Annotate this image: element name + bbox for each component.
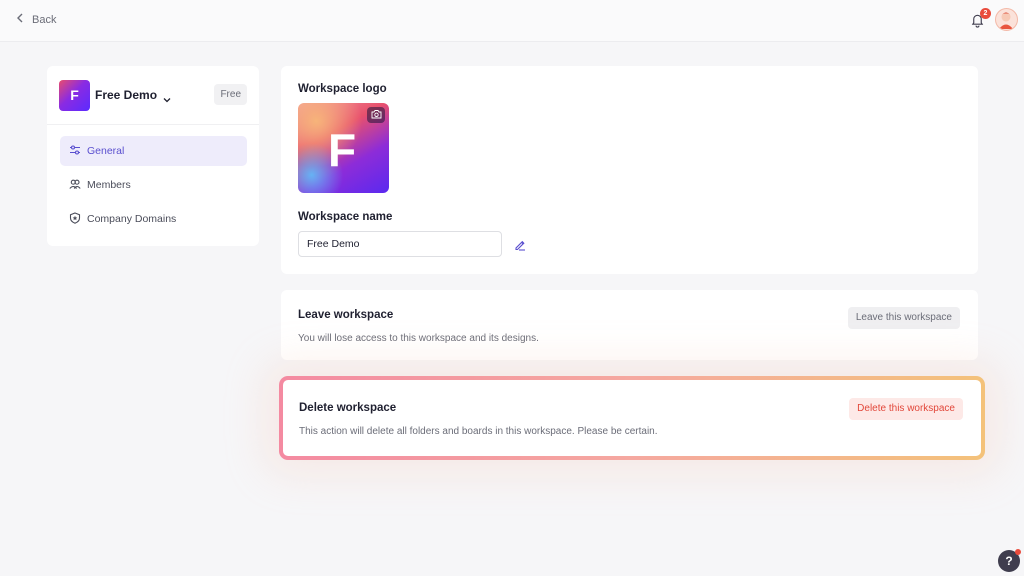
user-avatar[interactable] bbox=[995, 8, 1018, 31]
settings-sidebar: F Free Demo Free General Members Company… bbox=[47, 66, 259, 246]
workspace-name-input[interactable] bbox=[298, 231, 502, 257]
users-icon bbox=[69, 178, 81, 193]
sidebar-item-label: Members bbox=[87, 179, 131, 191]
leave-workspace-description: You will lose access to this workspace a… bbox=[298, 333, 539, 344]
plan-badge: Free bbox=[214, 84, 247, 105]
sidebar-divider bbox=[47, 124, 259, 125]
workspace-name-title: Workspace name bbox=[298, 211, 393, 223]
chevron-down-icon bbox=[163, 91, 171, 103]
sliders-icon bbox=[69, 144, 81, 159]
help-notification-dot bbox=[1015, 549, 1021, 555]
general-settings-card: Workspace logo F Workspace name bbox=[281, 66, 978, 274]
workspace-logo-title: Workspace logo bbox=[298, 83, 387, 95]
camera-icon bbox=[371, 106, 382, 124]
notification-count-badge: 2 bbox=[980, 8, 991, 19]
chevron-left-icon bbox=[16, 13, 24, 26]
sidebar-item-general[interactable]: General bbox=[60, 136, 247, 166]
leave-workspace-card: Leave workspace You will lose access to … bbox=[281, 290, 978, 360]
workspace-logo-letter: F bbox=[328, 124, 357, 176]
delete-workspace-description: This action will delete all folders and … bbox=[299, 426, 658, 437]
edit-pencil-icon[interactable] bbox=[514, 238, 526, 251]
top-bar: Back 2 bbox=[0, 0, 1024, 42]
workspace-logo-image: F bbox=[298, 103, 389, 193]
change-logo-button[interactable] bbox=[367, 107, 385, 123]
back-button[interactable]: Back bbox=[16, 13, 56, 26]
delete-workspace-card: Delete workspace This action will delete… bbox=[279, 376, 985, 460]
sidebar-item-label: Company Domains bbox=[87, 213, 177, 225]
shield-star-icon bbox=[69, 211, 81, 227]
workspace-switcher[interactable]: F Free Demo Free bbox=[59, 79, 247, 111]
workspace-name: Free Demo bbox=[95, 88, 158, 102]
leave-workspace-title: Leave workspace bbox=[298, 309, 394, 321]
sidebar-item-label: General bbox=[87, 145, 125, 157]
leave-workspace-button[interactable]: Leave this workspace bbox=[847, 307, 960, 329]
workspace-logo-small: F bbox=[59, 79, 90, 111]
sidebar-item-members[interactable]: Members bbox=[60, 170, 247, 200]
delete-workspace-title: Delete workspace bbox=[299, 402, 397, 414]
sidebar-item-company-domains[interactable]: Company Domains bbox=[60, 204, 247, 234]
back-label: Back bbox=[32, 13, 57, 26]
delete-workspace-button[interactable]: Delete this workspace bbox=[849, 398, 963, 420]
